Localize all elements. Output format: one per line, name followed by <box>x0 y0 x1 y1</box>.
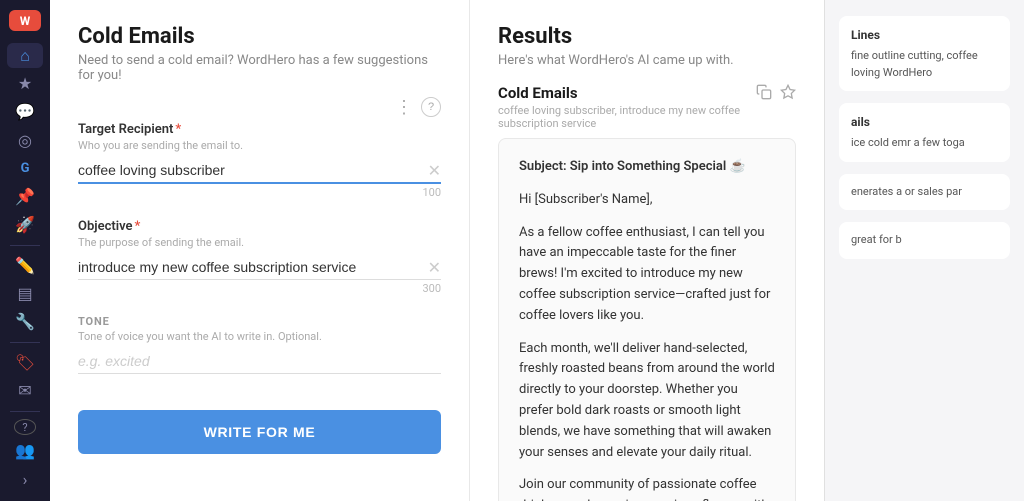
objective-char-count: 300 <box>78 282 441 295</box>
sidebar-item-target[interactable]: ◎ <box>7 128 43 152</box>
copy-button[interactable] <box>756 84 772 105</box>
target-recipient-label: Target Recipient* <box>78 122 441 137</box>
right-sidebar-text-3: enerates a or sales par <box>851 184 998 201</box>
email-subject: Subject: Sip into Something Special ☕ <box>519 157 775 178</box>
result-card-title: Cold Emails <box>498 84 756 102</box>
right-sidebar: Lines fine outline cutting, coffee lovin… <box>824 0 1024 501</box>
right-sidebar-title-2: ails <box>851 113 998 131</box>
right-sidebar-section-1: Lines fine outline cutting, coffee lovin… <box>839 16 1010 91</box>
result-card-meta: coffee loving subscriber, introduce my n… <box>498 104 756 130</box>
tone-label: TONE <box>78 315 441 328</box>
result-card-icons <box>756 84 796 105</box>
panel-actions: ⋮ ? <box>78 97 441 118</box>
target-recipient-input[interactable] <box>78 158 441 184</box>
right-sidebar-text-4: great for b <box>851 232 998 249</box>
email-greeting: Hi [Subscriber's Name], <box>519 190 775 211</box>
result-card-header: Cold Emails coffee loving subscriber, in… <box>498 84 796 130</box>
results-panel: Results Here's what WordHero's AI came u… <box>470 0 824 501</box>
main-content: Cold Emails Need to send a cold email? W… <box>50 0 1024 501</box>
target-recipient-hint: Who you are sending the email to. <box>78 139 441 152</box>
panel-header: Cold Emails Need to send a cold email? W… <box>78 24 441 83</box>
panel-title: Cold Emails <box>78 24 441 49</box>
sidebar-item-users[interactable]: 👥 <box>7 439 43 463</box>
email-body-1: As a fellow coffee enthusiast, I can tel… <box>519 223 775 327</box>
help-circle-button[interactable]: ? <box>421 97 441 117</box>
results-title: Results <box>498 24 796 49</box>
app-logo: W <box>9 10 41 31</box>
sidebar-divider-2 <box>10 342 40 343</box>
right-sidebar-title-1: Lines <box>851 26 998 44</box>
objective-clear-button[interactable]: ✕ <box>428 258 441 278</box>
tone-group: TONE Tone of voice you want the AI to wr… <box>78 315 441 374</box>
target-recipient-char-count: 100 <box>78 186 441 199</box>
email-body-2: Each month, we'll deliver hand-selected,… <box>519 339 775 464</box>
cold-emails-panel: Cold Emails Need to send a cold email? W… <box>50 0 470 501</box>
sidebar-divider <box>10 245 40 246</box>
required-indicator: * <box>175 122 181 137</box>
sidebar-item-star[interactable]: ★ <box>7 72 43 96</box>
sidebar-item-layers[interactable]: ▤ <box>7 281 43 305</box>
sidebar-item-label[interactable]: 🏷 <box>7 350 43 374</box>
result-card-info: Cold Emails coffee loving subscriber, in… <box>498 84 756 130</box>
sidebar-item-rocket[interactable]: 🚀 <box>7 212 43 236</box>
main-sidebar: W ⌂ ★ 💬 ◎ G 📌 🚀 ✏️ ▤ 🔧 🏷 ✉ ? 👥 › <box>0 0 50 501</box>
target-recipient-wrapper: ✕ <box>78 158 441 184</box>
objective-group: Objective* The purpose of sending the em… <box>78 219 441 295</box>
right-sidebar-section-4: great for b <box>839 222 1010 259</box>
sidebar-item-help[interactable]: ? <box>14 419 36 434</box>
sidebar-item-google[interactable]: G <box>7 156 43 180</box>
objective-required-indicator: * <box>135 219 141 234</box>
objective-hint: The purpose of sending the email. <box>78 236 441 249</box>
right-sidebar-text-2: ice cold emr a few toga <box>851 135 998 152</box>
write-for-me-button[interactable]: WRITE FOR ME <box>78 410 441 454</box>
email-body-3: Join our community of passionate coffee … <box>519 475 775 501</box>
sidebar-item-pin[interactable]: 📌 <box>7 184 43 208</box>
sidebar-divider-3 <box>10 411 40 412</box>
target-recipient-group: Target Recipient* Who you are sending th… <box>78 122 441 199</box>
right-sidebar-section-2: ails ice cold emr a few toga <box>839 103 1010 162</box>
objective-wrapper: ✕ <box>78 255 441 280</box>
tone-hint: Tone of voice you want the AI to write i… <box>78 330 441 343</box>
favorite-button[interactable] <box>780 84 796 105</box>
objective-label: Objective* <box>78 219 441 234</box>
panel-subtitle: Need to send a cold email? WordHero has … <box>78 53 441 83</box>
sidebar-item-mail[interactable]: ✉ <box>7 379 43 403</box>
right-sidebar-section-3: enerates a or sales par <box>839 174 1010 211</box>
target-recipient-clear-button[interactable]: ✕ <box>428 161 441 181</box>
sidebar-item-edit[interactable]: ✏️ <box>7 253 43 277</box>
sidebar-item-home[interactable]: ⌂ <box>7 43 43 67</box>
sidebar-item-arrow[interactable]: › <box>7 467 43 491</box>
results-subtitle: Here's what WordHero's AI came up with. <box>498 53 796 68</box>
email-content-box: Subject: Sip into Something Special ☕ Hi… <box>498 138 796 501</box>
tone-input[interactable] <box>78 349 441 374</box>
objective-input[interactable] <box>78 255 441 280</box>
more-options-button[interactable]: ⋮ <box>395 97 413 118</box>
right-sidebar-text-1: fine outline cutting, coffee loving Word… <box>851 48 998 81</box>
sidebar-item-tool[interactable]: 🔧 <box>7 310 43 334</box>
sidebar-item-chat[interactable]: 💬 <box>7 100 43 124</box>
